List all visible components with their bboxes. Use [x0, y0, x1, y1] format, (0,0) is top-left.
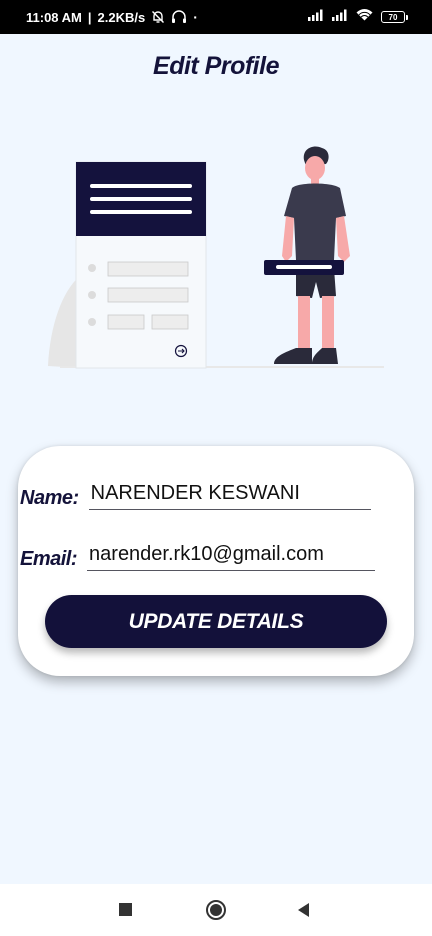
- status-right: 70: [308, 8, 408, 26]
- arm-right: [336, 216, 350, 262]
- network-speed: 2.2KB/s: [97, 9, 146, 25]
- person-figure: [264, 146, 350, 364]
- notifications-off-icon: [151, 10, 165, 24]
- shoe-left: [274, 348, 312, 364]
- battery-level: 70: [388, 12, 398, 22]
- home-circle-icon[interactable]: [196, 890, 236, 930]
- dot-indicator: ·: [193, 9, 198, 25]
- shoe-right: [312, 348, 338, 364]
- profile-form-illustration: [48, 146, 384, 369]
- status-left: 11:08 AM | 2.2KB/s ·: [26, 9, 198, 25]
- headphones-icon: [171, 10, 187, 24]
- form-field-line: [107, 261, 189, 277]
- status-time: 11:08 AM: [26, 9, 82, 25]
- name-input[interactable]: [88, 480, 371, 510]
- status-separator: |: [87, 9, 92, 25]
- email-input[interactable]: [87, 541, 376, 571]
- navigation-bar: [0, 884, 432, 936]
- form-bullet: [88, 264, 96, 272]
- form-bullet: [88, 318, 96, 326]
- status-bar: 11:08 AM | 2.2KB/s · 70: [0, 0, 432, 34]
- email-field-row: Email:: [20, 541, 376, 571]
- form-field-line: [107, 287, 189, 303]
- signal-icon: [332, 8, 348, 26]
- wifi-icon: [356, 8, 373, 26]
- signal-icon: [308, 8, 324, 26]
- email-label: Email:: [20, 548, 78, 570]
- name-label: Name:: [20, 487, 79, 509]
- battery-icon: 70: [381, 11, 408, 23]
- form-header-line: [90, 210, 192, 214]
- form-header-line: [90, 197, 192, 201]
- recents-square-icon[interactable]: [106, 890, 146, 930]
- head: [305, 156, 325, 180]
- form-field-line: [151, 314, 189, 330]
- form-bullet: [88, 291, 96, 299]
- page-title: Edit Profile: [153, 52, 279, 80]
- arm-left: [282, 216, 294, 262]
- update-details-button[interactable]: UPDATE DETAILS: [45, 595, 387, 648]
- form-header-line: [90, 184, 192, 188]
- form-field-line: [107, 314, 145, 330]
- name-field-row: Name:: [20, 480, 371, 510]
- back-triangle-icon[interactable]: [284, 890, 324, 930]
